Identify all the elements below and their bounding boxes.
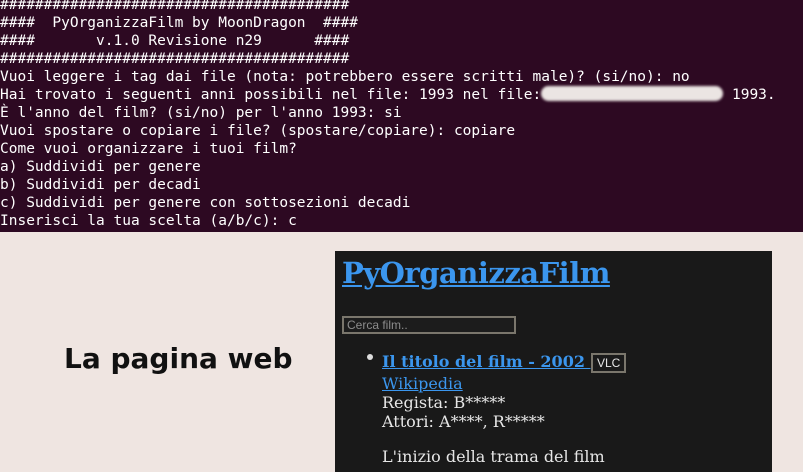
film-director: Regista: B***** (382, 393, 506, 412)
terminal-line-suffix: 1993. (723, 87, 776, 103)
site-title-link[interactable]: PyOrganizzaFilm (342, 256, 610, 290)
terminal-line: Vuoi leggere i tag dai file (nota: potre… (0, 69, 690, 85)
terminal-line: ######################################## (0, 0, 350, 13)
webpage-preview: PyOrganizzaFilm Il titolo del film - 200… (335, 251, 772, 472)
terminal-line: È l'anno del film? (si/no) per l'anno 19… (0, 105, 402, 121)
terminal-line: Come vuoi organizzare i tuoi film? (0, 141, 297, 157)
terminal-window: ########################################… (0, 0, 803, 232)
vlc-button[interactable]: VLC (591, 353, 627, 373)
list-bullet (367, 354, 373, 360)
terminal-line: #### PyOrganizzaFilm by MoonDragon #### (0, 15, 358, 31)
terminal-line: b) Suddividi per decadi (0, 177, 201, 193)
terminal-line: a) Suddividi per genere (0, 159, 201, 175)
wikipedia-link[interactable]: Wikipedia (382, 374, 463, 393)
terminal-line: Inserisci la tua scelta (a/b/c): c (0, 213, 297, 229)
film-plot: L'inizio della trama del film (382, 447, 605, 466)
terminal-line: ######################################## (0, 51, 350, 67)
film-actors: Attori: A****, R***** (382, 412, 545, 431)
terminal-line-text: Hai trovato i seguenti anni possibili ne… (0, 87, 542, 103)
film-title-link[interactable]: Il titolo del film - 2002 (382, 352, 591, 372)
redacted-filename (541, 86, 724, 101)
terminal-line: #### v.1.0 Revisione n29 #### (0, 33, 350, 49)
terminal-line: Hai trovato i seguenti anni possibili ne… (0, 86, 776, 104)
search-input[interactable] (342, 316, 516, 334)
caption-label: La pagina web (64, 342, 293, 375)
film-wikipedia-row: Wikipedia (382, 374, 463, 394)
terminal-line: c) Suddividi per genere con sottosezioni… (0, 195, 411, 211)
terminal-line: Vuoi spostare o copiare i file? (spostar… (0, 123, 516, 139)
